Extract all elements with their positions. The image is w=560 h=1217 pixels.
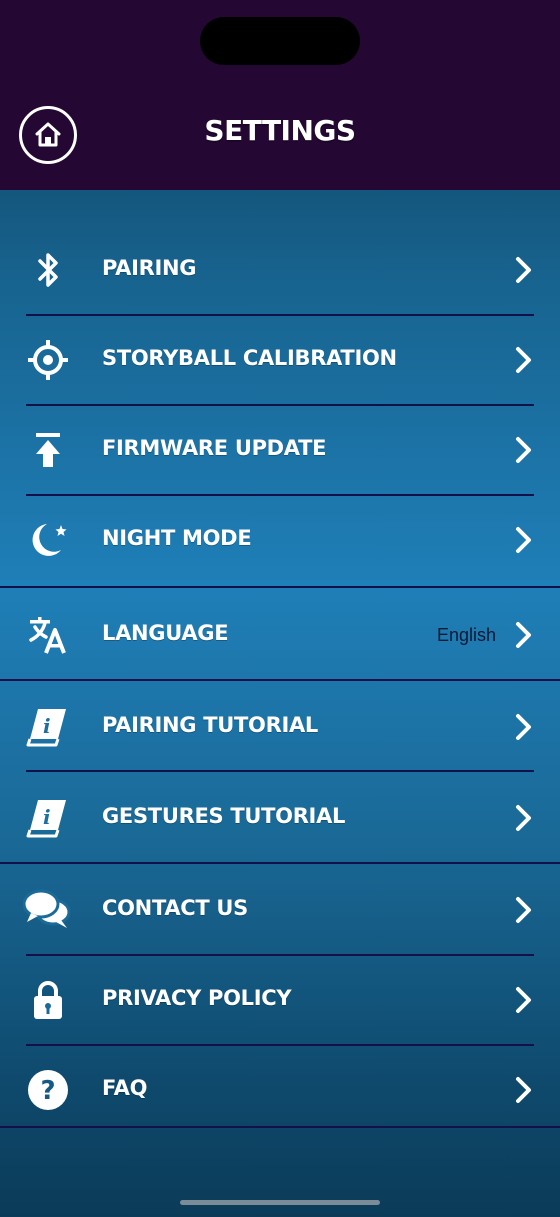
chevron-right-icon [516,714,531,740]
chevron-right-icon [516,527,531,553]
settings-item-faq[interactable]: ? FAQ [0,1045,560,1135]
settings-item-pairing[interactable]: PAIRING [0,225,560,315]
chevron-right-icon [516,257,531,283]
chevron-right-icon [516,622,531,648]
chevron-right-icon [516,1077,531,1103]
settings-item-label: PAIRING TUTORIAL [102,713,319,737]
language-value: English [436,625,496,645]
info-book-icon: i [22,796,74,840]
chevron-right-icon [516,987,531,1013]
home-indicator[interactable] [180,1200,380,1205]
divider [0,1126,560,1128]
bluetooth-icon [22,248,74,292]
settings-item-storyball-calibration[interactable]: STORYBALL CALIBRATION [0,315,560,405]
chat-bubbles-icon [22,888,74,932]
chevron-right-icon [516,437,531,463]
settings-item-label: FIRMWARE UPDATE [102,436,327,460]
settings-item-privacy-policy[interactable]: PRIVACY POLICY [0,955,560,1045]
moon-icon [22,518,74,562]
info-book-icon: i [22,705,74,749]
settings-item-label: CONTACT US [102,896,249,920]
dynamic-island [200,17,360,65]
header-bar: SETTINGS [0,0,560,190]
settings-item-night-mode[interactable]: NIGHT MODE [0,495,560,585]
chevron-right-icon [516,347,531,373]
question-icon: ? [22,1068,74,1112]
svg-text:i: i [43,805,51,829]
svg-text:i: i [43,714,51,738]
settings-item-label: FAQ [102,1076,148,1100]
upload-icon [22,428,74,472]
settings-item-label: STORYBALL CALIBRATION [102,346,397,370]
settings-item-label: LANGUAGE [102,621,229,645]
page-title: SETTINGS [204,114,356,147]
settings-item-firmware-update[interactable]: FIRMWARE UPDATE [0,405,560,495]
chevron-right-icon [516,897,531,923]
divider [26,770,534,772]
settings-item-pairing-tutorial[interactable]: i PAIRING TUTORIAL [0,682,560,772]
settings-item-contact-us[interactable]: CONTACT US [0,865,560,955]
settings-item-label: PAIRING [102,256,197,280]
divider [0,679,560,681]
divider [0,862,560,864]
svg-text:?: ? [40,1076,55,1106]
settings-item-label: NIGHT MODE [102,526,252,550]
settings-item-label: PRIVACY POLICY [102,986,292,1010]
settings-item-language[interactable]: LANGUAGE English [0,590,560,680]
settings-item-gestures-tutorial[interactable]: i GESTURES TUTORIAL [0,773,560,863]
settings-item-label: GESTURES TUTORIAL [102,804,346,828]
target-icon [22,338,74,382]
translate-icon [22,613,74,657]
divider [0,586,560,588]
chevron-right-icon [516,805,531,831]
lock-icon [22,978,74,1022]
